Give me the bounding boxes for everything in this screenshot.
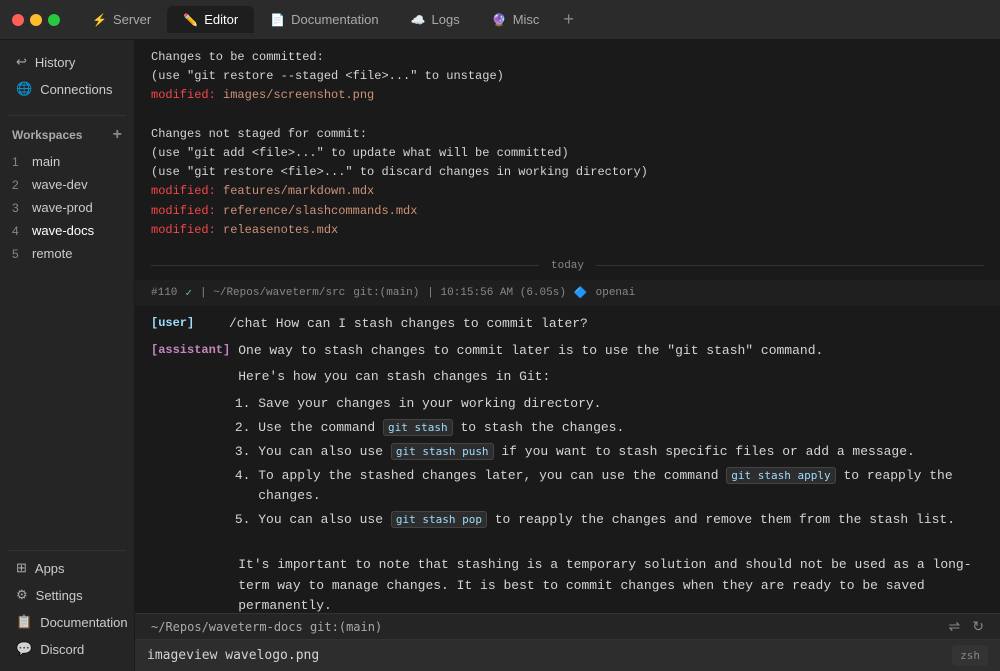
sidebar-item-documentation[interactable]: 📋 Documentation	[4, 609, 130, 635]
chat-prompt-header-1: #110 ✓ | ~/Repos/waveterm/src git:(main)…	[135, 280, 1000, 306]
git-status-block: Changes to be committed: (use "git resto…	[135, 48, 1000, 252]
editor-tab-icon: ✏️	[183, 13, 198, 27]
workspaces-header: Workspaces +	[0, 120, 134, 150]
history-icon: ↩	[16, 54, 27, 70]
main-layout: ↩ History 🌐 Connections Workspaces + 1 m…	[0, 40, 1000, 671]
split-icon[interactable]: ⇌	[949, 618, 961, 635]
sidebar-apps-label: Apps	[35, 561, 65, 576]
add-tab-button[interactable]: +	[555, 5, 582, 34]
refresh-icon[interactable]: ↻	[972, 618, 984, 635]
git-modified-3: modified: releasenotes.mdx	[151, 221, 984, 240]
step-4: To apply the stashed changes later, you …	[258, 466, 984, 508]
workspace-wave-docs[interactable]: 4 wave-docs	[0, 219, 134, 242]
sidebar-discord-label: Discord	[40, 642, 84, 657]
workspaces-label: Workspaces	[12, 128, 82, 142]
sidebar-nav-section: ↩ History 🌐 Connections	[0, 40, 134, 111]
sidebar-item-history[interactable]: ↩ History	[4, 49, 130, 75]
sidebar-item-connections[interactable]: 🌐 Connections	[4, 76, 130, 102]
add-workspace-button[interactable]: +	[113, 126, 122, 144]
server-tab-icon: ⚡	[92, 13, 107, 27]
step-2: Use the command git stash to stash the c…	[258, 418, 984, 439]
git-status-line1: Changes to be committed:	[151, 48, 984, 67]
terminal-content[interactable]: Changes to be committed: (use "git resto…	[135, 40, 1000, 613]
tab-server-label: Server	[113, 12, 151, 27]
tab-documentation[interactable]: 📄 Documentation	[254, 6, 394, 33]
bottom-path-label: ~/Repos/waveterm-docs git:(main)	[151, 620, 382, 634]
bottom-actions: ⇌ ↻	[949, 618, 984, 635]
step-3: You can also use git stash push if you w…	[258, 442, 984, 463]
git-status-line2: (use "git restore --staged <file>..." to…	[151, 67, 984, 86]
date-divider: today	[135, 252, 1000, 280]
tab-editor[interactable]: ✏️ Editor	[167, 6, 254, 33]
step-5: You can also use git stash pop to reappl…	[258, 510, 984, 531]
git-modified-1: modified: features/markdown.mdx	[151, 182, 984, 201]
tab-misc-label: Misc	[513, 12, 540, 27]
git-modified-2: modified: reference/slashcommands.mdx	[151, 202, 984, 221]
tab-misc[interactable]: 🔮 Misc	[476, 6, 556, 33]
maximize-button[interactable]	[48, 14, 60, 26]
tab-logs-label: Logs	[432, 12, 460, 27]
workspace-main[interactable]: 1 main	[0, 150, 134, 173]
misc-tab-icon: 🔮	[492, 13, 507, 27]
tab-bar: ⚡ Server ✏️ Editor 📄 Documentation ☁️ Lo…	[76, 5, 988, 34]
logs-tab-icon: ☁️	[411, 13, 426, 27]
tab-editor-label: Editor	[204, 12, 238, 27]
documentation-tab-icon: 📄	[270, 13, 285, 27]
steps-list: Save your changes in your working direct…	[238, 394, 984, 531]
settings-icon: ⚙	[16, 587, 28, 603]
tab-documentation-label: Documentation	[291, 12, 378, 27]
close-button[interactable]	[12, 14, 24, 26]
workspace-remote[interactable]: 5 remote	[0, 242, 134, 265]
git-status-modified-staged: modified: images/screenshot.png	[151, 86, 984, 105]
tab-logs[interactable]: ☁️ Logs	[395, 6, 476, 33]
input-area: zsh	[135, 639, 1000, 671]
step-1: Save your changes in your working direct…	[258, 394, 984, 415]
apps-icon: ⊞	[16, 560, 27, 576]
bottom-bar: ~/Repos/waveterm-docs git:(main) ⇌ ↻	[135, 613, 1000, 639]
sidebar-item-apps[interactable]: ⊞ Apps	[4, 555, 130, 581]
workspace-wave-prod[interactable]: 3 wave-prod	[0, 196, 134, 219]
chat-block-1: #110 ✓ | ~/Repos/waveterm/src git:(main)…	[135, 280, 1000, 613]
divider-line-right	[596, 265, 984, 266]
sidebar-divider-1	[8, 115, 126, 116]
git-status-line7: (use "git restore <file>..." to discard …	[151, 163, 984, 182]
date-label: today	[551, 260, 584, 272]
sidebar-item-discord[interactable]: 💬 Discord	[4, 636, 130, 662]
sidebar-connections-label: Connections	[40, 82, 112, 97]
sidebar: ↩ History 🌐 Connections Workspaces + 1 m…	[0, 40, 135, 671]
chat-messages-1: [user] /chat How can I stash changes to …	[135, 306, 1000, 613]
tab-server[interactable]: ⚡ Server	[76, 6, 167, 33]
minimize-button[interactable]	[30, 14, 42, 26]
documentation-sidebar-icon: 📋	[16, 614, 32, 630]
git-status-line5: Changes not staged for commit:	[151, 125, 984, 144]
content-area: Changes to be committed: (use "git resto…	[135, 40, 1000, 671]
workspace-wave-dev[interactable]: 2 wave-dev	[0, 173, 134, 196]
sidebar-history-label: History	[35, 55, 75, 70]
input-row: zsh	[135, 640, 1000, 671]
sidebar-divider-2	[8, 550, 126, 551]
divider-line-left	[151, 265, 539, 266]
titlebar: ⚡ Server ✏️ Editor 📄 Documentation ☁️ Lo…	[0, 0, 1000, 40]
sidebar-bottom: ⊞ Apps ⚙ Settings 📋 Documentation 💬 Disc…	[0, 546, 134, 671]
shell-label: zsh	[952, 645, 988, 666]
discord-icon: 💬	[16, 641, 32, 657]
user-message-1: [user] /chat How can I stash changes to …	[151, 314, 984, 335]
sidebar-documentation-label: Documentation	[40, 615, 127, 630]
git-status-line6: (use "git add <file>..." to update what …	[151, 144, 984, 163]
sidebar-settings-label: Settings	[36, 588, 83, 603]
assistant-message-1: [assistant] One way to stash changes to …	[151, 341, 984, 613]
sidebar-item-settings[interactable]: ⚙ Settings	[4, 582, 130, 608]
connections-icon: 🌐	[16, 81, 32, 97]
traffic-lights	[12, 14, 60, 26]
command-input[interactable]	[147, 640, 952, 671]
openai-icon: 🔷	[574, 286, 588, 300]
